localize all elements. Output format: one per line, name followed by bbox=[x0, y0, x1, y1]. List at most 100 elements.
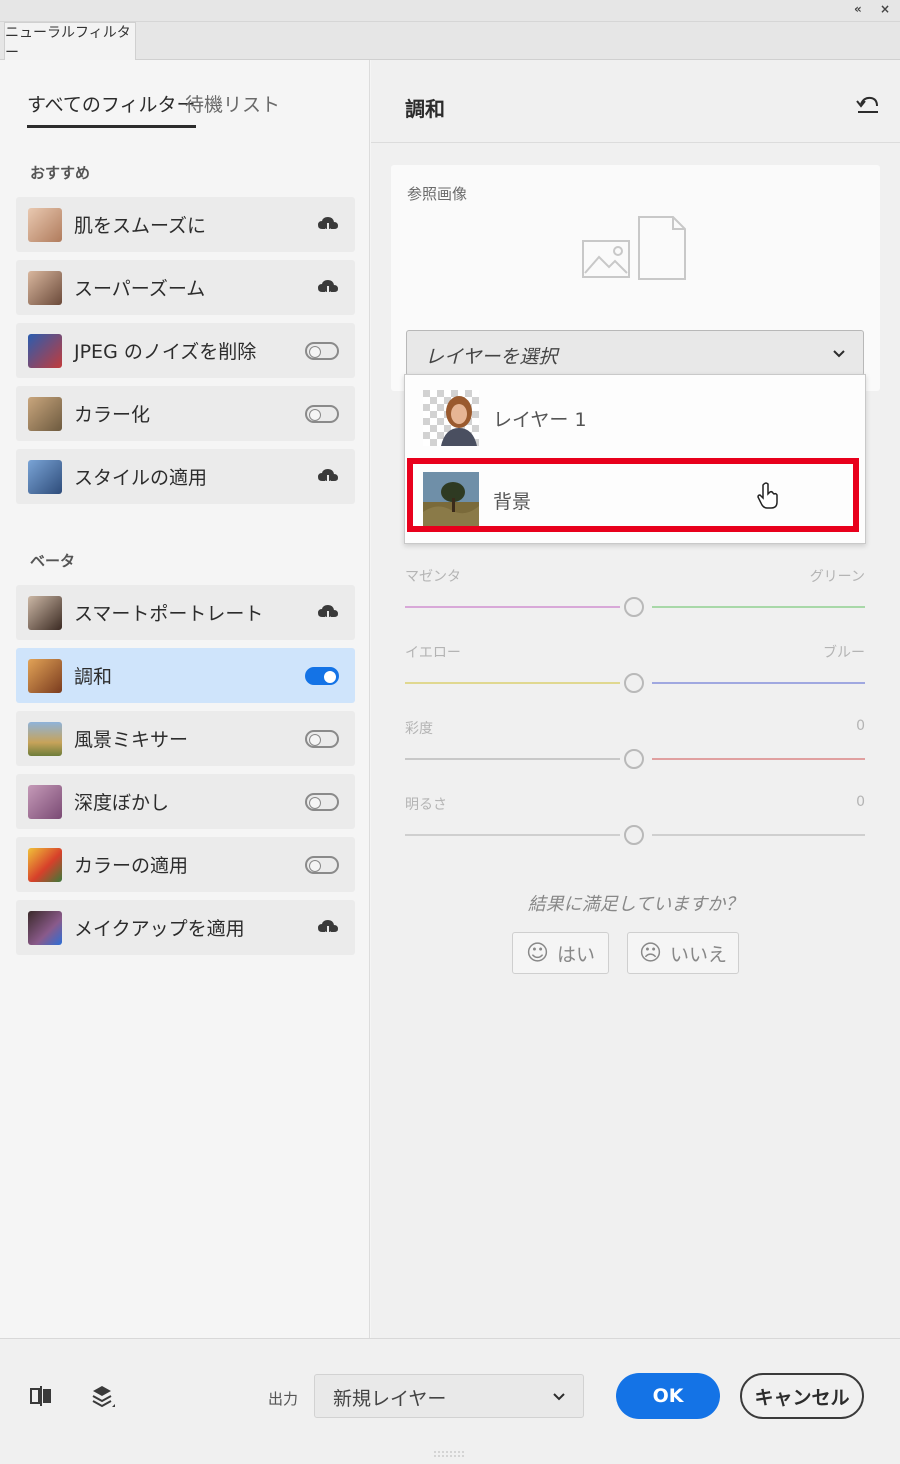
layer-select-dropdown[interactable]: レイヤーを選択 bbox=[406, 330, 864, 376]
slider-value: 0 bbox=[856, 794, 865, 810]
slider-track-right bbox=[652, 682, 865, 684]
reference-image-label: 参照画像 bbox=[407, 185, 468, 203]
depth-blur-toggle[interactable] bbox=[305, 792, 339, 811]
tab-all-filters[interactable]: すべてのフィルター bbox=[27, 90, 196, 128]
tab-wait-list[interactable]: 待機リスト bbox=[185, 90, 280, 117]
reset-icon[interactable] bbox=[855, 94, 881, 116]
filter-item-jpeg-artifact-removal[interactable]: JPEG のノイズを削除 bbox=[16, 323, 355, 378]
filter-item-skin-smoothing[interactable]: 肌をスムーズに bbox=[16, 197, 355, 252]
panel-topbar: « × bbox=[0, 0, 900, 22]
style-transfer-thumbnail bbox=[28, 459, 62, 494]
frown-icon: ☹ bbox=[639, 940, 662, 966]
layer-1-thumbnail bbox=[423, 390, 479, 446]
layer-option-background[interactable]: 背景 bbox=[405, 461, 865, 539]
feedback-question: 結果に満足していますか？ bbox=[527, 894, 744, 915]
panel-footer: 出力 新規レイヤー OK キャンセル bbox=[0, 1338, 900, 1464]
color-transfer-toggle[interactable] bbox=[305, 855, 339, 874]
depth-blur-thumbnail bbox=[28, 784, 62, 819]
cancel-button[interactable]: キャンセル bbox=[740, 1373, 864, 1419]
filter-label: 風景ミキサー bbox=[74, 729, 189, 751]
header-divider bbox=[371, 142, 900, 143]
slider-knob[interactable] bbox=[624, 673, 644, 693]
slider-left-label: 彩度 bbox=[405, 721, 433, 737]
feedback-yes-button[interactable]: ☺ はい bbox=[512, 932, 609, 974]
filter-item-depth-blur[interactable]: 深度ぼかし bbox=[16, 774, 355, 829]
feedback-yes-label: はい bbox=[556, 943, 595, 966]
filter-label: スタイルの適用 bbox=[74, 467, 208, 489]
filter-label: カラーの適用 bbox=[74, 855, 189, 877]
super-zoom-thumbnail bbox=[28, 270, 62, 305]
magenta-green-slider: マゼンタ グリーン bbox=[405, 566, 865, 626]
close-panel-icon[interactable]: × bbox=[880, 2, 890, 16]
filter-list-pane: すべてのフィルター 待機リスト おすすめ 肌をスムーズに スーパーズーム JPE… bbox=[0, 60, 370, 1338]
feedback-no-button[interactable]: ☹ いいえ bbox=[627, 932, 739, 974]
filter-label: 調和 bbox=[74, 666, 113, 688]
hand-pointer-icon bbox=[757, 482, 778, 509]
output-select[interactable]: 新規レイヤー bbox=[314, 1374, 584, 1418]
compare-view-icon[interactable] bbox=[28, 1383, 54, 1409]
harmonization-toggle[interactable] bbox=[305, 666, 339, 685]
colorize-thumbnail bbox=[28, 396, 62, 431]
slider-track-left bbox=[405, 682, 620, 684]
landscape-mixer-toggle[interactable] bbox=[305, 729, 339, 748]
layer-select-value: レイヤーを選択 bbox=[425, 346, 558, 368]
slider-left-label: 明るさ bbox=[405, 797, 447, 813]
filter-item-super-zoom[interactable]: スーパーズーム bbox=[16, 260, 355, 315]
slider-knob[interactable] bbox=[624, 749, 644, 769]
chevron-down-icon bbox=[553, 1393, 565, 1401]
output-select-value: 新規レイヤー bbox=[333, 1388, 447, 1410]
filter-label: スーパーズーム bbox=[74, 278, 206, 300]
filter-label: カラー化 bbox=[74, 404, 151, 426]
image-placeholder-icon bbox=[582, 216, 686, 280]
slider-value: 0 bbox=[856, 718, 865, 734]
slider-right-label: グリーン bbox=[809, 569, 865, 585]
filter-label: スマートポートレート bbox=[74, 603, 264, 625]
smile-icon: ☺ bbox=[526, 940, 549, 966]
slider-track-right bbox=[652, 606, 865, 608]
chevron-down-icon bbox=[833, 350, 845, 358]
makeup-transfer-thumbnail bbox=[28, 910, 62, 945]
filter-item-colorize[interactable]: カラー化 bbox=[16, 386, 355, 441]
cloud-download-icon[interactable] bbox=[317, 216, 339, 234]
filter-item-smart-portrait[interactable]: スマートポートレート bbox=[16, 585, 355, 640]
neural-filters-tab[interactable]: ニューラルフィルター bbox=[4, 22, 136, 61]
landscape-mixer-thumbnail bbox=[28, 721, 62, 756]
resize-grip-icon[interactable] bbox=[433, 1451, 467, 1457]
slider-right-label: ブルー bbox=[823, 645, 865, 661]
cloud-download-icon[interactable] bbox=[317, 604, 339, 622]
filter-item-landscape-mixer[interactable]: 風景ミキサー bbox=[16, 711, 355, 766]
cloud-download-icon[interactable] bbox=[317, 279, 339, 297]
colorize-toggle[interactable] bbox=[305, 404, 339, 423]
smart-portrait-thumbnail bbox=[28, 595, 62, 630]
jpeg-artifact-thumbnail bbox=[28, 333, 62, 368]
slider-knob[interactable] bbox=[624, 597, 644, 617]
filter-title: 調和 bbox=[405, 97, 445, 121]
brightness-slider: 明るさ 0 bbox=[405, 794, 865, 854]
layer-select-menu: レイヤー 1 背景 bbox=[404, 374, 866, 544]
cloud-download-icon[interactable] bbox=[317, 468, 339, 486]
feedback-no-label: いいえ bbox=[669, 943, 727, 966]
slider-knob[interactable] bbox=[624, 825, 644, 845]
slider-track-left bbox=[405, 758, 620, 760]
layer-option-label: 背景 bbox=[493, 490, 532, 513]
filter-item-color-transfer[interactable]: カラーの適用 bbox=[16, 837, 355, 892]
color-transfer-thumbnail bbox=[28, 847, 62, 882]
beta-section-label: ベータ bbox=[30, 552, 76, 570]
jpeg-artifact-toggle[interactable] bbox=[305, 341, 339, 360]
collapse-panel-icon[interactable]: « bbox=[854, 2, 862, 16]
filter-label: 深度ぼかし bbox=[74, 792, 170, 814]
background-thumbnail bbox=[423, 472, 479, 528]
filter-label: メイクアップを適用 bbox=[74, 918, 245, 940]
slider-track-right bbox=[652, 834, 865, 836]
layers-icon[interactable] bbox=[90, 1383, 116, 1409]
cloud-download-icon[interactable] bbox=[317, 919, 339, 937]
slider-left-label: マゼンタ bbox=[405, 569, 461, 585]
filter-item-makeup-transfer[interactable]: メイクアップを適用 bbox=[16, 900, 355, 955]
filter-item-harmonization[interactable]: 調和 bbox=[16, 648, 355, 703]
filter-item-style-transfer[interactable]: スタイルの適用 bbox=[16, 449, 355, 504]
saturation-slider: 彩度 0 bbox=[405, 718, 865, 778]
featured-section-label: おすすめ bbox=[30, 164, 91, 182]
yellow-blue-slider: イエロー ブルー bbox=[405, 642, 865, 702]
layer-option-layer-1[interactable]: レイヤー 1 bbox=[405, 379, 865, 457]
ok-button[interactable]: OK bbox=[616, 1373, 720, 1419]
